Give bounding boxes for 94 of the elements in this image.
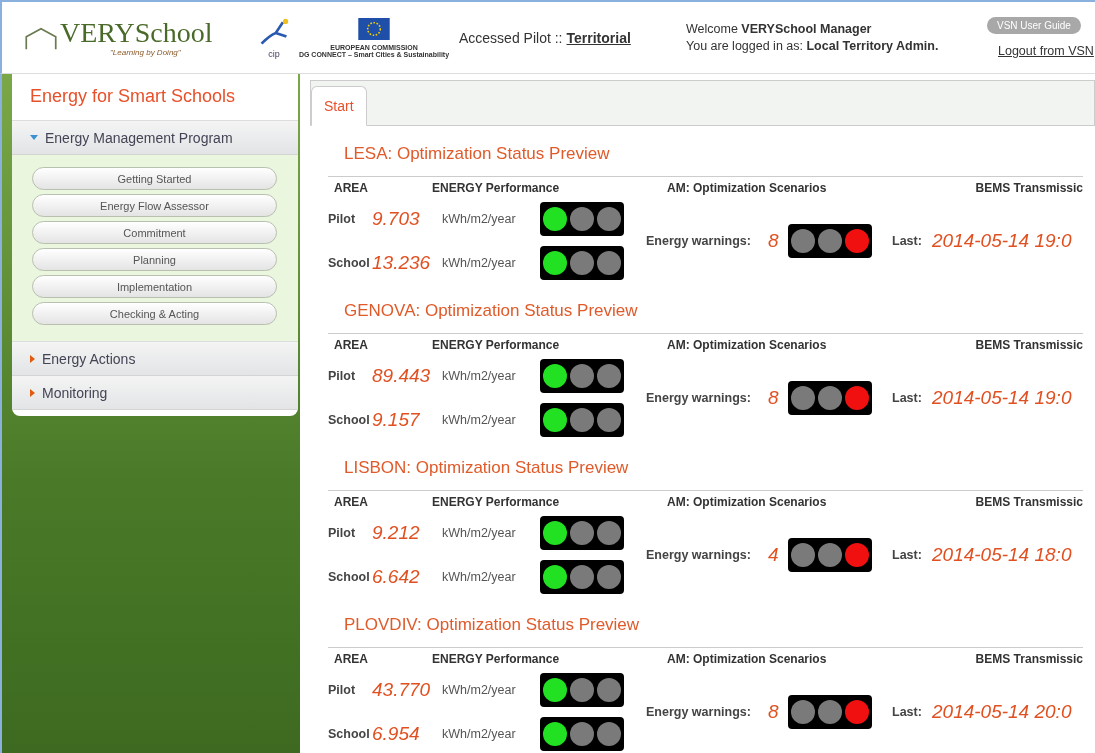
performance-value: 6.954 [372,723,421,745]
column-header: BEMS Transmissic [975,495,1083,509]
area-label: Pilot [328,526,357,540]
menu-button[interactable]: Implementation [32,275,277,298]
pilot-label: Accessed Pilot :: [459,29,563,46]
performance-value: 6.642 [372,566,421,588]
traffic-light-icon [788,538,872,572]
column-header: ENERGY Performance [432,181,560,195]
traffic-light-icon [540,202,624,236]
logo-tagline: "Learning by Doing" [110,48,182,57]
column-header: AREA [334,181,368,195]
section-title: LESA: Optimization Status Preview [343,143,611,165]
column-header: AM: Optimization Scenarios [667,652,827,666]
menu-button[interactable]: Getting Started [32,167,277,190]
traffic-light-icon [540,359,624,393]
performance-value: 13.236 [372,252,432,274]
area-label: Pilot [328,212,357,226]
tab[interactable]: Start [311,86,367,126]
column-header: BEMS Transmissic [975,181,1083,195]
column-header: AM: Optimization Scenarios [667,181,827,195]
traffic-light-icon [788,381,872,415]
performance-value: 9.157 [372,409,421,431]
performance-value: 43.770 [372,679,432,701]
traffic-light-icon [540,717,624,751]
traffic-light-icon [540,516,624,550]
area-label: Pilot [328,683,357,697]
warnings-label: Energy warnings: [646,548,752,562]
warnings-count: 8 [768,387,780,409]
login-text: You are logged in as: Local Territory Admin. [686,39,940,53]
last-timestamp: 2014-05-14 19:0 [932,387,1072,409]
traffic-light-icon [540,246,624,280]
column-header: BEMS Transmissic [975,652,1083,666]
traffic-light-icon [540,403,624,437]
area-label: School [328,256,371,270]
traffic-light-icon [788,224,872,258]
last-label: Last: [892,548,923,562]
column-header: AREA [334,338,368,352]
column-header: AREA [334,495,368,509]
unit-label: kWh/m2/year [442,256,517,270]
eu-flag-icon [358,17,390,40]
area-label: School [328,413,371,427]
warnings-label: Energy warnings: [646,234,752,248]
warnings-count: 8 [768,701,780,723]
column-header: ENERGY Performance [432,338,560,352]
last-label: Last: [892,234,923,248]
section-title: PLOVDIV: Optimization Status Preview [343,614,641,636]
performance-value: 9.212 [372,522,421,544]
column-header: ENERGY Performance [432,495,560,509]
logo-name: VERYSchool [60,18,213,48]
triangle-icon [30,135,38,140]
traffic-light-icon [540,673,624,707]
area-label: Pilot [328,369,357,383]
column-header: AM: Optimization Scenarios [667,338,827,352]
unit-label: kWh/m2/year [442,526,517,540]
unit-label: kWh/m2/year [442,570,517,584]
menu-button[interactable]: Checking & Acting [32,302,277,325]
logout-link[interactable]: Logout from VSN [998,44,1094,58]
unit-label: kWh/m2/year [442,212,517,226]
area-label: School [328,727,371,741]
triangle-icon [30,388,35,397]
area-label: School [328,570,371,584]
cip-logo-text: cip [268,48,280,59]
last-label: Last: [892,391,923,405]
unit-label: kWh/m2/year [442,369,517,383]
traffic-light-icon [540,560,624,594]
warnings-label: Energy warnings: [646,705,752,719]
performance-value: 89.443 [372,365,432,387]
unit-label: kWh/m2/year [442,413,517,427]
accordion-header[interactable]: Energy Management Program [12,121,298,155]
traffic-light-icon [788,695,872,729]
column-header: ENERGY Performance [432,652,560,666]
section-title: LISBON: Optimization Status Preview [343,457,630,479]
column-header: AM: Optimization Scenarios [667,495,827,509]
menu-button[interactable]: Planning [32,248,277,271]
pilot-link[interactable]: Territorial [566,29,631,46]
warnings-count: 4 [768,544,780,566]
last-timestamp: 2014-05-14 18:0 [932,544,1072,566]
unit-label: kWh/m2/year [442,683,517,697]
column-header: AREA [334,652,368,666]
column-header: BEMS Transmissic [975,338,1083,352]
last-timestamp: 2014-05-14 19:0 [932,230,1072,252]
welcome-text: Welcome VERYSchool Manager [686,22,873,36]
accordion-header[interactable]: Energy Actions [12,342,298,376]
last-timestamp: 2014-05-14 20:0 [932,701,1072,723]
last-label: Last: [892,705,923,719]
unit-label: kWh/m2/year [442,727,517,741]
performance-value: 9.703 [372,208,421,230]
accordion-header[interactable]: Monitoring [12,376,298,410]
triangle-icon [30,354,35,363]
menu-button[interactable]: Energy Flow Assessor [32,194,277,217]
warnings-count: 8 [768,230,780,252]
menu-button[interactable]: Commitment [32,221,277,244]
section-title: GENOVA: Optimization Status Preview [343,300,639,322]
warnings-label: Energy warnings: [646,391,752,405]
